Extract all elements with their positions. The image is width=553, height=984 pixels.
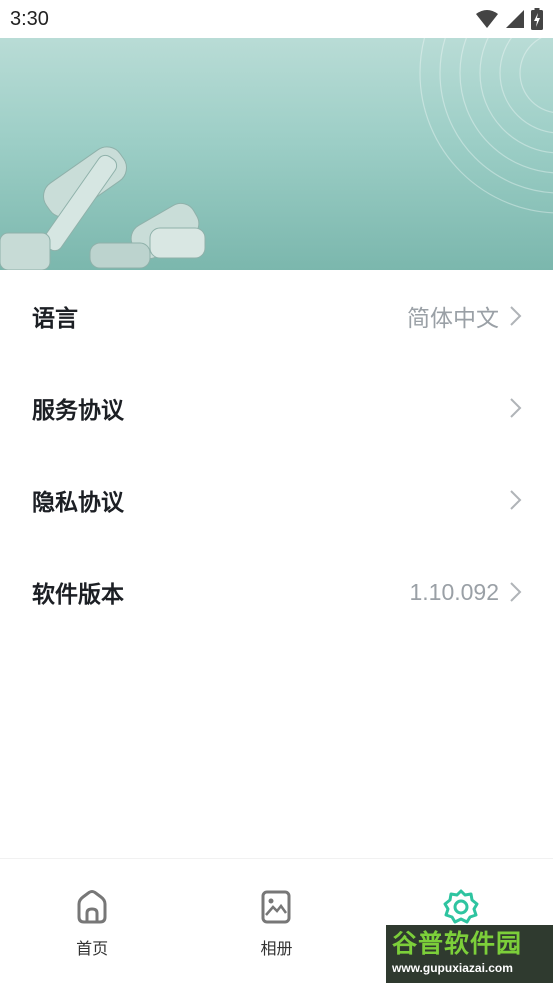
chevron-right-icon — [510, 582, 522, 602]
status-bar: 3:30 — [0, 0, 553, 38]
watermark-url: www.gupuxiazai.com — [392, 961, 513, 975]
chevron-right-icon — [510, 306, 522, 326]
status-icons — [475, 8, 543, 30]
watermark-title: 谷普软件园 — [392, 929, 523, 958]
settings-row-label: 语言 — [32, 306, 78, 332]
software-version-value: 1.10.092 — [409, 578, 499, 605]
hero-banner — [0, 38, 553, 270]
status-time: 3:30 — [10, 7, 49, 30]
settings-row-privacy-agreement[interactable]: 隐私协议 — [0, 454, 553, 546]
gallery-icon — [261, 890, 291, 924]
settings-icon — [443, 889, 479, 924]
tab-home[interactable]: 首页 — [0, 859, 184, 984]
chevron-right-icon — [510, 490, 522, 510]
wifi-icon — [476, 10, 498, 28]
tab-label: 首页 — [76, 939, 109, 958]
tab-gallery[interactable]: 相册 — [184, 859, 368, 984]
chevron-right-icon — [510, 398, 522, 418]
settings-list: 语言 简体中文 服务协议 隐私协议 软件版本 1.10.092 — [0, 270, 553, 638]
battery-charging-icon — [531, 8, 543, 30]
settings-row-label: 软件版本 — [32, 582, 124, 608]
settings-row-label: 隐私协议 — [32, 490, 124, 516]
home-icon — [77, 890, 107, 924]
language-value: 简体中文 — [407, 305, 499, 331]
tab-label: 相册 — [260, 939, 293, 958]
settings-row-service-agreement[interactable]: 服务协议 — [0, 362, 553, 454]
watermark-logo: 谷普软件园 www.gupuxiazai.com — [386, 925, 553, 983]
settings-row-software-version[interactable]: 软件版本 1.10.092 — [0, 546, 553, 638]
signal-icon — [506, 10, 524, 28]
settings-row-language[interactable]: 语言 简体中文 — [0, 270, 553, 362]
product-banner-image — [0, 38, 553, 270]
settings-row-label: 服务协议 — [32, 398, 124, 424]
